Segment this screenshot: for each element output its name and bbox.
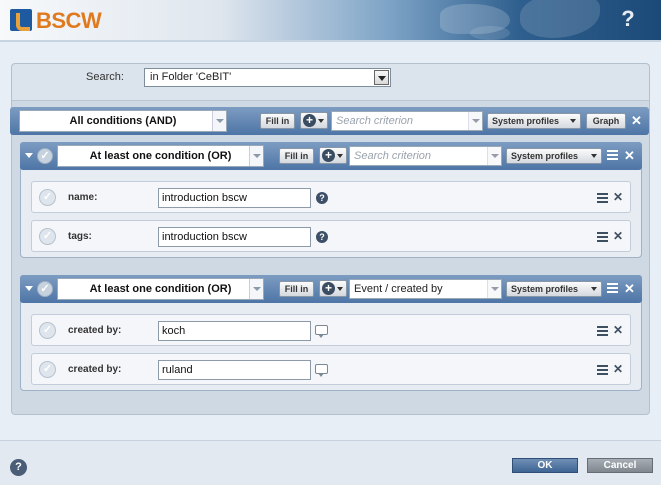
search-criterion-input[interactable]: Search criterion (331, 111, 483, 131)
or-condition-bar: ✓ At least one condition (OR) Fill in + … (20, 275, 642, 303)
header-divider (0, 40, 661, 42)
menu-icon[interactable] (597, 232, 608, 242)
or-condition-bar: ✓ At least one condition (OR) Fill in + … (20, 142, 642, 170)
help-icon[interactable]: ? (316, 192, 328, 204)
menu-icon[interactable] (607, 283, 618, 293)
close-icon[interactable]: ✕ (613, 363, 623, 375)
chevron-down-icon[interactable] (468, 112, 482, 130)
close-icon[interactable]: ✕ (613, 324, 623, 336)
chevron-down-icon[interactable] (249, 279, 263, 299)
dialog-footer: ? OK Cancel (0, 440, 661, 485)
criterion-label: created by: (68, 325, 122, 336)
chevron-down-icon[interactable] (487, 147, 501, 165)
system-profiles-button[interactable]: System profiles (487, 113, 581, 129)
chevron-down-icon (318, 119, 324, 123)
bscw-logo: BSCW (10, 8, 122, 34)
close-icon[interactable]: ✕ (624, 282, 635, 295)
collapse-icon[interactable] (25, 153, 33, 158)
world-map-decoration (520, 0, 600, 38)
graph-button[interactable]: Graph (586, 113, 626, 129)
world-map-decoration (470, 26, 510, 40)
or-condition-group: ✓ At least one condition (OR) Fill in + … (20, 142, 642, 258)
check-icon[interactable]: ✓ (37, 281, 53, 297)
comment-icon[interactable] (315, 325, 328, 338)
criterion-row: ✓ created by: ruland ✕ (31, 353, 631, 385)
add-criterion-button[interactable]: + (319, 280, 347, 297)
search-criterion-input[interactable]: Search criterion (349, 146, 502, 166)
criterion-label: name: (68, 192, 98, 203)
check-icon[interactable]: ✓ (39, 228, 56, 245)
check-icon[interactable]: ✓ (39, 189, 56, 206)
plus-icon: + (322, 282, 335, 295)
check-icon[interactable]: ✓ (39, 361, 56, 378)
close-icon[interactable]: ✕ (631, 114, 642, 127)
criterion-row: ✓ tags: introduction bscw ? ✕ (31, 220, 631, 252)
system-profiles-button[interactable]: System profiles (506, 281, 602, 297)
condition-mode-select[interactable]: At least one condition (OR) (57, 278, 264, 300)
dropdown-arrow-icon[interactable] (374, 70, 389, 85)
condition-mode-select[interactable]: At least one condition (OR) (57, 145, 264, 167)
search-criterion-input[interactable]: Event / created by (349, 279, 502, 299)
logo-icon (10, 9, 32, 31)
criterion-label: created by: (68, 364, 122, 375)
and-condition-bar: All conditions (AND) Fill in + Search cr… (10, 107, 649, 135)
close-icon[interactable]: ✕ (624, 149, 635, 162)
check-icon[interactable]: ✓ (37, 148, 53, 164)
criterion-value-input[interactable]: introduction bscw (158, 188, 311, 208)
app-header: BSCW ? (0, 0, 661, 40)
close-icon[interactable]: ✕ (613, 230, 623, 242)
fill-in-button[interactable]: Fill in (279, 148, 314, 164)
chevron-down-icon (337, 154, 343, 158)
close-icon[interactable]: ✕ (613, 191, 623, 203)
or-condition-group: ✓ At least one condition (OR) Fill in + … (20, 275, 642, 391)
condition-mode-value: At least one condition (OR) (89, 283, 232, 295)
menu-icon[interactable] (597, 193, 608, 203)
menu-icon[interactable] (607, 150, 618, 160)
search-scope-select[interactable]: in Folder 'CeBIT' (144, 68, 391, 87)
chevron-down-icon[interactable] (212, 111, 226, 131)
menu-icon[interactable] (597, 365, 608, 375)
criterion-value: Event / created by (354, 283, 443, 295)
check-icon[interactable]: ✓ (39, 322, 56, 339)
menu-icon[interactable] (597, 326, 608, 336)
search-scope-row: Search: in Folder 'CeBIT' (12, 64, 649, 101)
criterion-value-input[interactable]: ruland (158, 360, 311, 380)
system-profiles-button[interactable]: System profiles (506, 148, 602, 164)
criterion-placeholder: Search criterion (336, 115, 414, 127)
chevron-down-icon (337, 287, 343, 291)
ok-button[interactable]: OK (512, 458, 578, 473)
search-panel: Search: in Folder 'CeBIT' All conditions… (10, 63, 650, 415)
chevron-down-icon[interactable] (249, 146, 263, 166)
chevron-down-icon[interactable] (487, 280, 501, 298)
criterion-value-input[interactable]: koch (158, 321, 311, 341)
criterion-label: tags: (68, 231, 92, 242)
add-criterion-button[interactable]: + (300, 112, 328, 129)
plus-icon: + (303, 114, 316, 127)
condition-mode-value: All conditions (AND) (69, 115, 177, 127)
fill-in-button[interactable]: Fill in (279, 281, 314, 297)
plus-icon: + (322, 149, 335, 162)
criterion-value-input[interactable]: introduction bscw (158, 227, 311, 247)
help-icon[interactable]: ? (316, 231, 328, 243)
condition-mode-value: At least one condition (OR) (89, 150, 232, 162)
comment-icon[interactable] (315, 364, 328, 377)
search-label: Search: (86, 71, 124, 83)
condition-mode-select[interactable]: All conditions (AND) (19, 110, 227, 132)
criterion-row: ✓ name: introduction bscw ? ✕ (31, 181, 631, 213)
collapse-icon[interactable] (25, 286, 33, 291)
fill-in-button[interactable]: Fill in (260, 113, 295, 129)
help-icon[interactable]: ? (10, 459, 27, 476)
cancel-button[interactable]: Cancel (587, 458, 653, 473)
add-criterion-button[interactable]: + (319, 147, 347, 164)
help-icon[interactable]: ? (618, 6, 638, 32)
search-scope-value: in Folder 'CeBIT' (150, 71, 232, 83)
criterion-row: ✓ created by: koch ✕ (31, 314, 631, 346)
criterion-placeholder: Search criterion (354, 150, 432, 162)
logo-text: BSCW (36, 8, 102, 33)
